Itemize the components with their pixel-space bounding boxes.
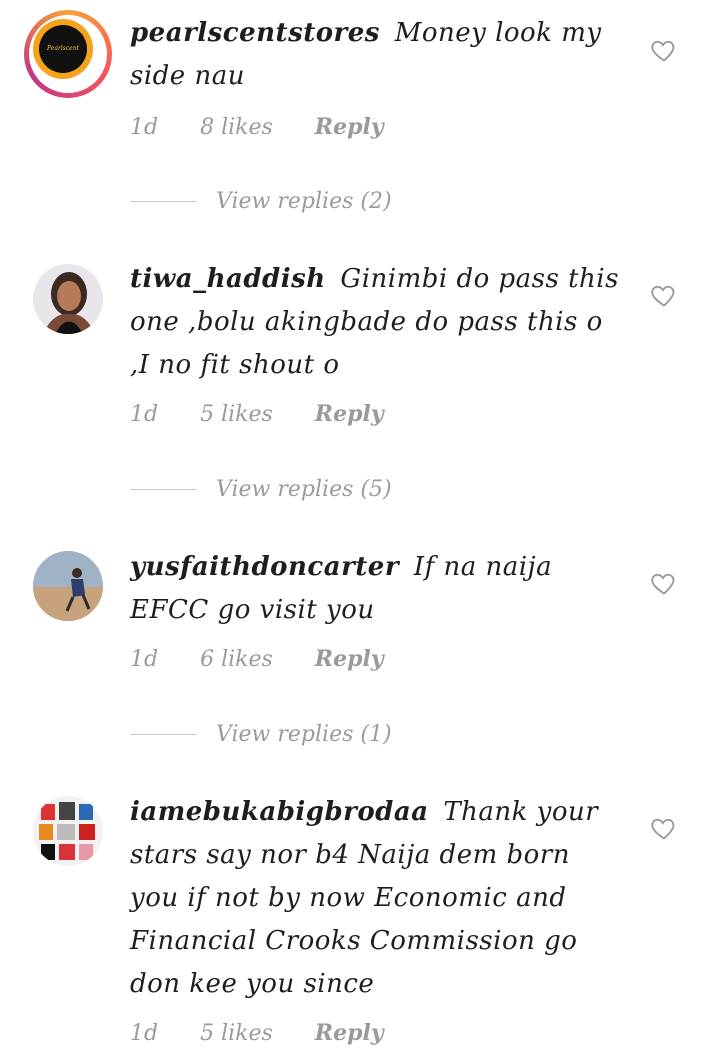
comment-meta: 1d 5 likes Reply <box>130 1018 426 1048</box>
heart-outline-icon[interactable] <box>650 814 678 842</box>
view-replies-button[interactable]: View replies (1) <box>130 719 392 749</box>
profile-photo-icon <box>33 796 103 866</box>
like-count[interactable]: 5 likes <box>200 402 273 427</box>
reply-button[interactable]: Reply <box>315 114 384 140</box>
divider-line <box>130 488 196 490</box>
like-count[interactable]: 8 likes <box>200 115 273 140</box>
profile-photo-icon <box>33 264 103 334</box>
reply-button[interactable]: Reply <box>315 646 384 672</box>
logo-text: Pearlscent <box>39 25 87 73</box>
avatar[interactable]: Pearlscent <box>24 10 112 98</box>
comment-meta: 1d 5 likes Reply <box>130 399 426 429</box>
username[interactable]: pearlscentstores <box>130 18 380 48</box>
view-replies-button[interactable]: View replies (2) <box>130 186 392 216</box>
heart-outline-icon[interactable] <box>650 281 678 309</box>
comment-body: yusfaithdoncarter If na naija EFCC go vi… <box>130 546 620 632</box>
store-logo-icon: Pearlscent <box>33 19 93 79</box>
timestamp: 1d <box>130 401 159 427</box>
timestamp: 1d <box>130 114 159 140</box>
comment-meta: 1d 6 likes Reply <box>130 644 426 674</box>
comment-body: tiwa_haddish Ginimbi do pass this one ,b… <box>130 258 620 387</box>
reply-button[interactable]: Reply <box>315 401 384 427</box>
avatar[interactable] <box>33 796 103 866</box>
timestamp: 1d <box>130 1020 159 1046</box>
view-replies-label: View replies (5) <box>216 476 392 502</box>
comment-meta: 1d 8 likes Reply <box>130 112 426 142</box>
heart-outline-icon[interactable] <box>650 36 678 64</box>
view-replies-button[interactable]: View replies (5) <box>130 474 392 504</box>
heart-outline-icon[interactable] <box>650 569 678 597</box>
divider-line <box>130 733 196 735</box>
username[interactable]: tiwa_haddish <box>130 264 326 294</box>
view-replies-label: View replies (2) <box>216 188 392 214</box>
view-replies-label: View replies (1) <box>216 721 392 747</box>
comment-body: pearlscentstores Money look my side nau <box>130 12 620 98</box>
profile-photo-icon <box>33 551 103 621</box>
like-count[interactable]: 6 likes <box>200 647 273 672</box>
divider-line <box>130 200 196 202</box>
reply-button[interactable]: Reply <box>315 1020 384 1046</box>
timestamp: 1d <box>130 646 159 672</box>
comment-body: iamebukabigbrodaa Thank your stars say n… <box>130 791 620 1006</box>
avatar[interactable] <box>33 551 103 621</box>
username[interactable]: iamebukabigbrodaa <box>130 797 429 827</box>
like-count[interactable]: 5 likes <box>200 1021 273 1046</box>
comment-text: Thank your stars say nor b4 Naija dem bo… <box>130 797 599 999</box>
username[interactable]: yusfaithdoncarter <box>130 552 399 582</box>
avatar[interactable] <box>33 264 103 334</box>
